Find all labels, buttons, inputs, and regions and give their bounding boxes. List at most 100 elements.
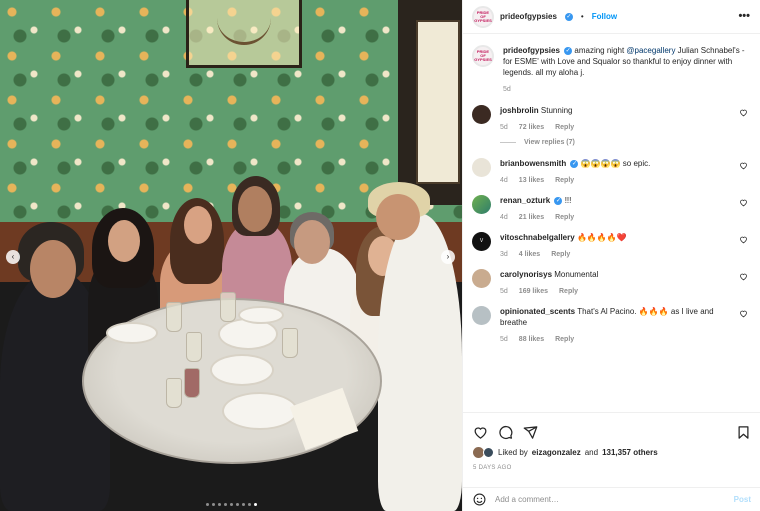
comment-item: renan_ozturk ✓ !!! 4d 21 likes Reply bbox=[472, 195, 752, 221]
view-replies-button[interactable]: View replies (7) bbox=[500, 139, 752, 146]
reply-button[interactable]: Reply bbox=[555, 124, 574, 131]
comment-age: 4d bbox=[500, 177, 508, 184]
commenter-username[interactable]: joshbrolin bbox=[500, 106, 539, 115]
comment-likes[interactable]: 4 likes bbox=[519, 251, 540, 258]
commenter-avatar[interactable]: V bbox=[472, 232, 491, 251]
comment-age: 5d bbox=[500, 336, 508, 343]
caption-username[interactable]: prideofgypsies bbox=[503, 46, 560, 55]
commenter-username[interactable]: carolynorisys bbox=[500, 270, 552, 279]
post-header: PRIDE OF GYPSIES prideofgypsies ✓ • Foll… bbox=[463, 0, 760, 34]
post-caption: PRIDE OF GYPSIES prideofgypsies ✓ amazin… bbox=[472, 45, 752, 93]
comment-item: joshbrolin Stunning 5d 72 likes Reply bbox=[472, 105, 752, 131]
post-timestamp: 5 DAYS AGO bbox=[473, 465, 512, 471]
like-heart-icon[interactable] bbox=[473, 425, 488, 440]
comment-age: 5d bbox=[500, 288, 508, 295]
commenter-username[interactable]: opinionated_scents bbox=[500, 307, 575, 316]
post-photo[interactable]: ‹ › bbox=[0, 0, 462, 511]
carousel-dot bbox=[241, 503, 245, 506]
commenter-username[interactable]: brianbowensmith bbox=[500, 159, 566, 168]
comment-text: 🔥🔥🔥🔥❤️ bbox=[576, 233, 627, 242]
commenter-avatar[interactable] bbox=[472, 306, 491, 325]
caption-meta: 5d bbox=[503, 86, 752, 93]
carousel-next-button[interactable]: › bbox=[441, 250, 455, 264]
commenter-username[interactable]: renan_ozturk bbox=[500, 196, 550, 205]
commenter-avatar[interactable] bbox=[472, 269, 491, 288]
comment-item: opinionated_scents That's Al Pacino. 🔥🔥🔥… bbox=[472, 306, 752, 343]
follow-button[interactable]: Follow bbox=[592, 12, 617, 21]
author-avatar[interactable]: PRIDE OF GYPSIES bbox=[472, 5, 494, 28]
mirror-frame bbox=[398, 0, 462, 205]
hanging-lantern bbox=[186, 0, 302, 68]
emoji-smiley-icon[interactable] bbox=[473, 493, 486, 506]
person-4-face bbox=[238, 186, 272, 232]
like-comment-heart-icon[interactable] bbox=[739, 198, 748, 207]
caption-mention-link[interactable]: @pacegallery bbox=[626, 46, 675, 55]
carousel-dot bbox=[205, 503, 209, 506]
like-comment-heart-icon[interactable] bbox=[739, 309, 748, 318]
post-actions: Liked by eizagonzalez and 131,357 others… bbox=[463, 412, 760, 471]
like-comment-heart-icon[interactable] bbox=[739, 235, 748, 244]
wine-glass bbox=[184, 368, 200, 398]
author-username[interactable]: prideofgypsies bbox=[500, 12, 557, 21]
carousel-prev-button[interactable]: ‹ bbox=[6, 250, 20, 264]
comment-item: brianbowensmith ✓ 😱😱😱😱 so epic. 4d 13 lik… bbox=[472, 158, 752, 184]
instagram-post-modal: ‹ › PRIDE OF GYPSIES prideofgypsies ✓ • … bbox=[0, 0, 760, 511]
caption-text: prideofgypsies ✓ amazing night @pacegall… bbox=[503, 45, 752, 78]
separator-dot: • bbox=[580, 12, 584, 21]
reply-button[interactable]: Reply bbox=[559, 288, 578, 295]
likes-joiner: and bbox=[584, 448, 599, 457]
like-comment-heart-icon[interactable] bbox=[739, 108, 748, 117]
verified-badge-icon: ✓ bbox=[564, 46, 573, 55]
comment-likes[interactable]: 72 likes bbox=[519, 124, 544, 131]
carousel-dot bbox=[217, 503, 221, 506]
reply-button[interactable]: Reply bbox=[555, 336, 574, 343]
glass bbox=[186, 332, 202, 362]
carousel-dot bbox=[253, 503, 257, 506]
comment-item: carolynorisys Monumental 5d 169 likes Repl… bbox=[472, 269, 752, 295]
comment-likes[interactable]: 21 likes bbox=[519, 214, 544, 221]
comment-composer: Post bbox=[463, 487, 760, 511]
view-replies-line bbox=[500, 142, 516, 143]
plate bbox=[222, 392, 298, 430]
verified-badge-icon: ✓ bbox=[564, 12, 573, 21]
liker-avatar[interactable] bbox=[483, 447, 494, 458]
glass bbox=[282, 328, 298, 358]
action-icon-row bbox=[473, 423, 751, 441]
carousel-dot bbox=[247, 503, 251, 506]
caption-age: 5d bbox=[503, 86, 511, 93]
caption-text-before: amazing night bbox=[574, 46, 627, 55]
add-comment-input[interactable] bbox=[495, 495, 725, 504]
caption-avatar[interactable]: PRIDE OF GYPSIES bbox=[472, 45, 494, 67]
comment-item: V vitoschnabelgallery 🔥🔥🔥🔥❤️ 3d 4 likes Re… bbox=[472, 232, 752, 258]
carousel-dot bbox=[223, 503, 227, 506]
comment-likes[interactable]: 88 likes bbox=[519, 336, 544, 343]
carousel-dot bbox=[229, 503, 233, 506]
reply-button[interactable]: Reply bbox=[551, 251, 570, 258]
comment-text: Stunning bbox=[540, 106, 573, 115]
comments-list[interactable]: PRIDE OF GYPSIES prideofgypsies ✓ amazin… bbox=[463, 35, 760, 410]
bookmark-icon[interactable] bbox=[736, 425, 751, 440]
likes-prefix: Liked by bbox=[498, 448, 528, 457]
person-5-face bbox=[294, 220, 330, 264]
commenter-avatar[interactable] bbox=[472, 195, 491, 214]
post-comment-button[interactable]: Post bbox=[734, 495, 751, 504]
commenter-avatar[interactable] bbox=[472, 105, 491, 124]
commenter-username[interactable]: vitoschnabelgallery bbox=[500, 233, 575, 242]
liker-username[interactable]: eizagonzalez bbox=[532, 448, 581, 457]
comment-likes[interactable]: 13 likes bbox=[519, 177, 544, 184]
comment-age: 5d bbox=[500, 124, 508, 131]
comment-bubble-icon[interactable] bbox=[498, 425, 513, 440]
commenter-avatar[interactable] bbox=[472, 158, 491, 177]
reply-button[interactable]: Reply bbox=[555, 214, 574, 221]
like-comment-heart-icon[interactable] bbox=[739, 272, 748, 281]
glass bbox=[220, 292, 236, 322]
verified-badge-icon: ✓ bbox=[554, 196, 563, 205]
reply-button[interactable]: Reply bbox=[555, 177, 574, 184]
person-left-face bbox=[30, 240, 76, 298]
likes-others-link[interactable]: 131,357 others bbox=[602, 448, 658, 457]
comment-likes[interactable]: 169 likes bbox=[519, 288, 548, 295]
plate bbox=[106, 322, 158, 344]
like-comment-heart-icon[interactable] bbox=[739, 161, 748, 170]
more-options-icon[interactable]: ••• bbox=[738, 10, 750, 22]
share-plane-icon[interactable] bbox=[523, 425, 538, 440]
